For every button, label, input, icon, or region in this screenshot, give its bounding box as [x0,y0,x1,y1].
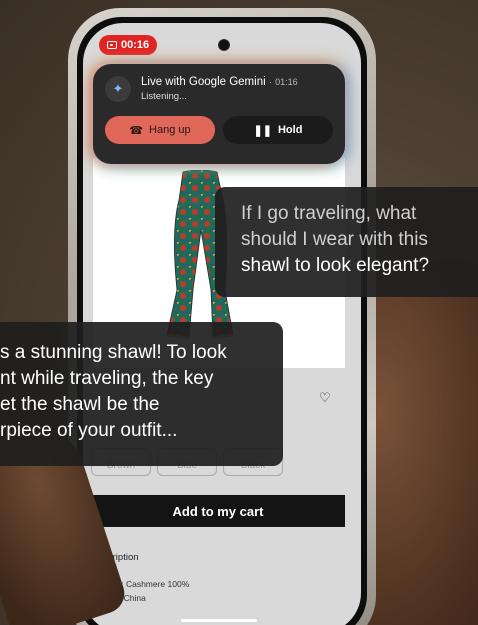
add-to-cart-button[interactable]: Add to my cart [91,495,345,527]
screen-record-icon [107,41,117,49]
gemini-spark-icon: ✦ [105,76,131,102]
hold-label: Hold [277,124,303,136]
heart-outline-icon[interactable]: ♡ [319,390,331,406]
phone-frame: 00:16 ✦ Live with Google Gemini · 01:16 … [68,8,376,625]
listening-status: Listening... [141,91,187,102]
hang-up-button[interactable]: ☎ Hang up [105,116,215,144]
question-line: shawl to look elegant? [241,255,430,276]
user-question-bubble: If I go traveling, what should I wear wi… [215,187,478,297]
hang-up-label: Hang up [149,124,191,136]
phone-hangup-icon: ☎ [129,124,144,137]
answer-line: et the shawl be the [0,394,160,415]
answer-line: nt while traveling, the key [0,368,214,389]
screen-recording-indicator[interactable]: 00:16 [99,35,158,55]
gemini-live-card: ✦ Live with Google Gemini · 01:16 Listen… [93,64,345,164]
question-line: If I go traveling, what [241,203,417,224]
pause-icon: ❚❚ [253,124,272,137]
phone-bezel: 00:16 ✦ Live with Google Gemini · 01:16 … [77,17,367,625]
answer-line: rpiece of your outfit... [0,420,178,441]
separator: · [268,77,272,87]
question-line: should I wear with this [241,229,428,250]
recording-time: 00:16 [121,39,150,51]
front-camera [218,39,230,51]
answer-line: s a stunning shawl! To look [0,342,227,363]
gemini-title: Live with Google Gemini [141,76,266,88]
gemini-answer-bubble: s a stunning shawl! To look nt while tra… [0,322,283,466]
home-indicator[interactable] [181,619,257,622]
hold-button[interactable]: ❚❚ Hold [223,116,333,144]
call-duration: 01:16 [275,77,298,87]
